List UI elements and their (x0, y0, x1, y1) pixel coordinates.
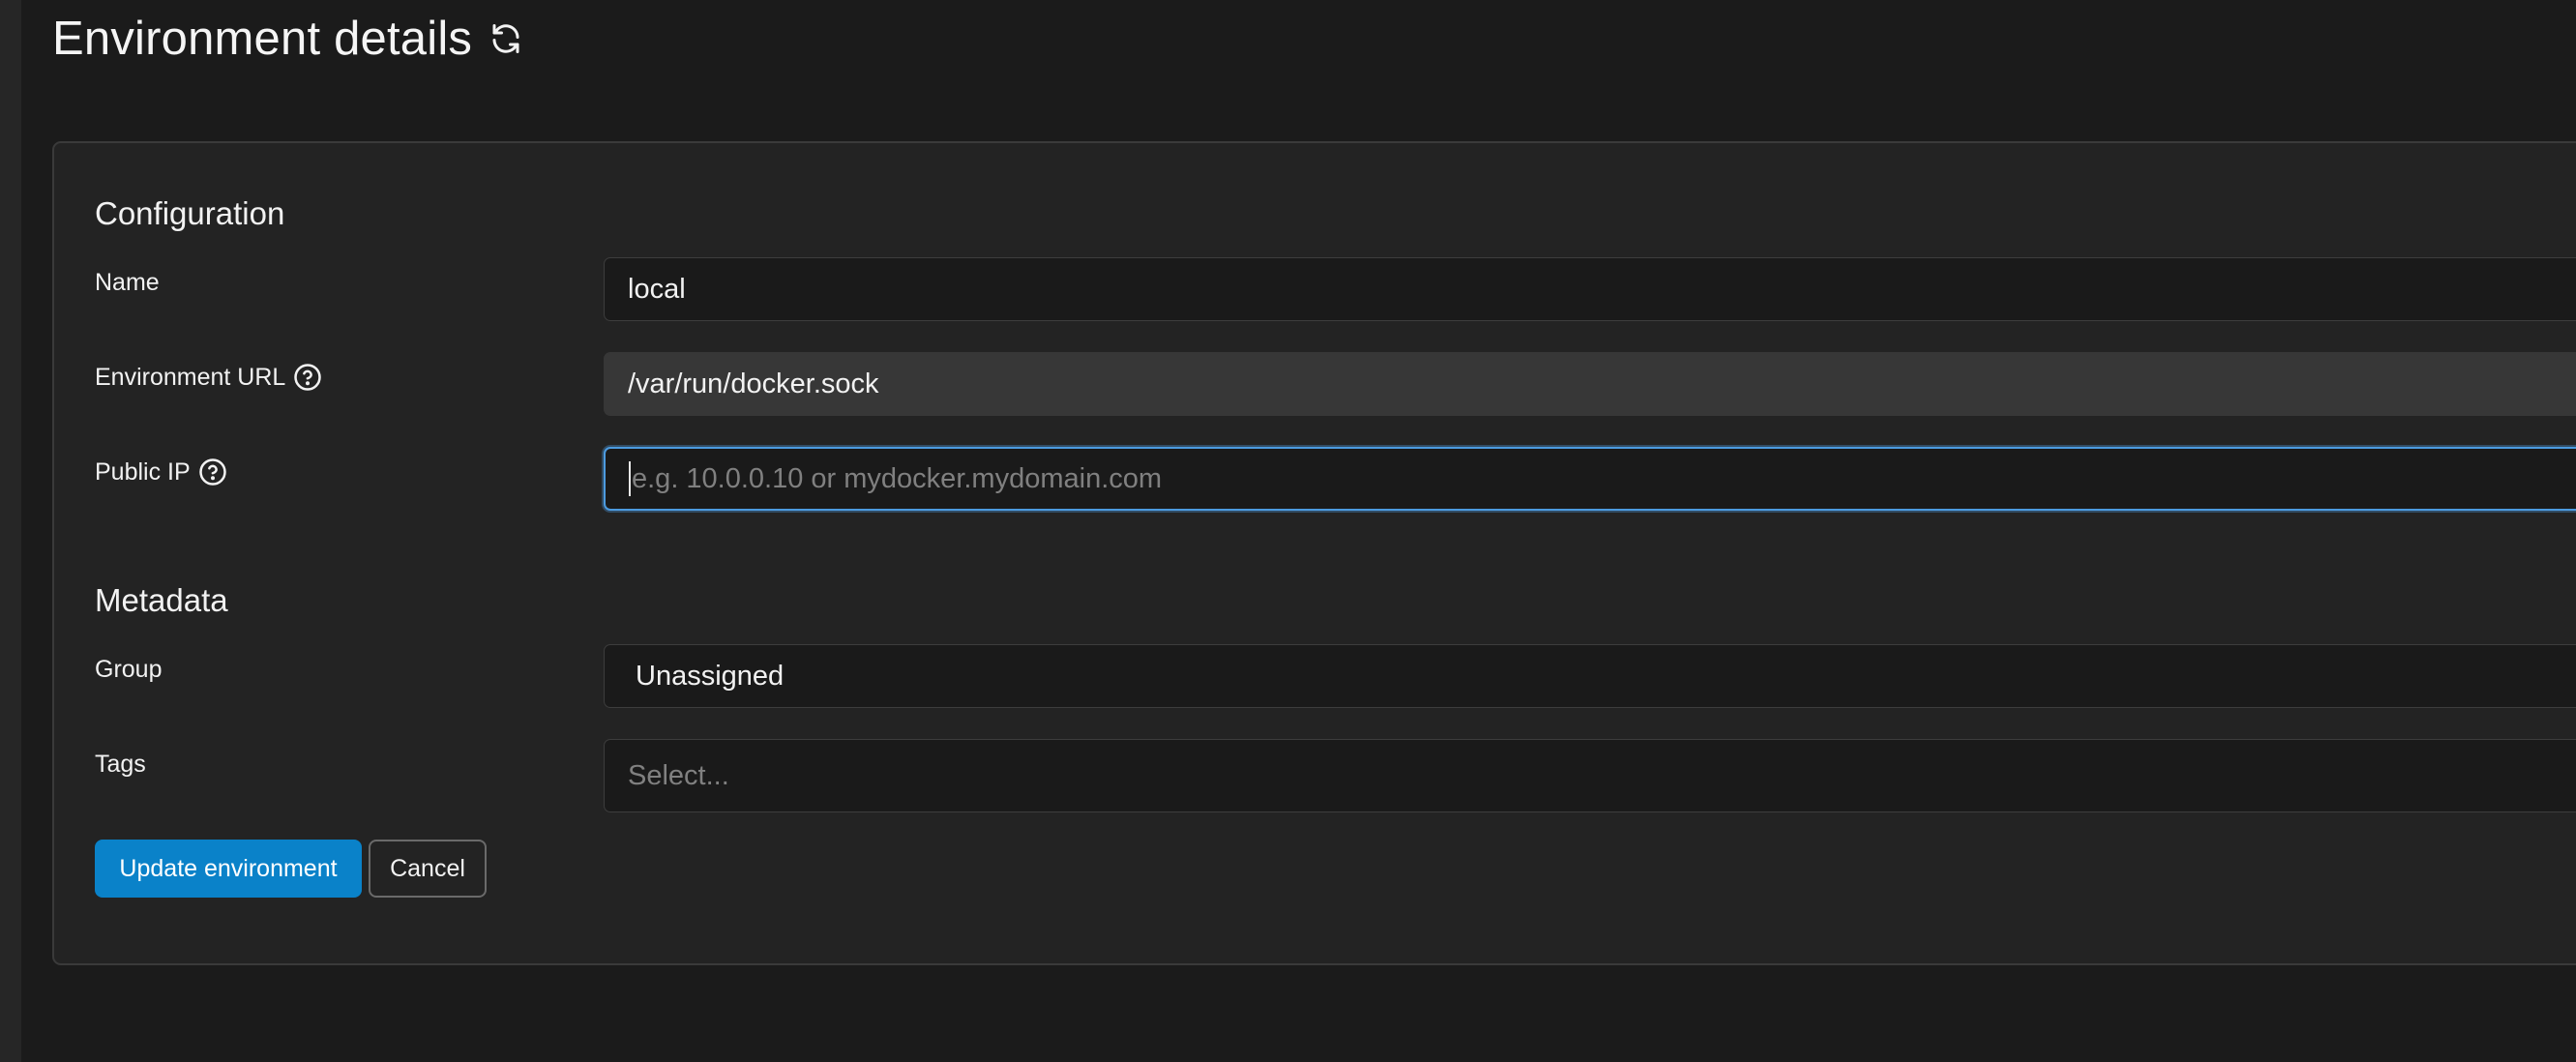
text-caret (629, 461, 631, 496)
name-label: Name (95, 269, 160, 297)
refresh-icon[interactable] (488, 20, 524, 57)
sidebar-edge (0, 0, 21, 1062)
metadata-section-title: Metadata (95, 582, 228, 618)
tags-placeholder: Select... (628, 759, 729, 791)
environment-url-input: /var/run/docker.sock (604, 352, 2576, 416)
tags-label: Tags (95, 751, 146, 779)
public-ip-label: Public IP (95, 457, 227, 487)
group-label: Group (95, 656, 162, 684)
group-label-text: Group (95, 656, 163, 683)
name-input-value: local (628, 273, 686, 305)
name-label-text: Name (95, 269, 160, 296)
public-ip-input[interactable]: e.g. 10.0.0.10 or mydocker.mydomain.com (604, 447, 2576, 511)
tags-label-text: Tags (95, 751, 146, 778)
environment-url-value: /var/run/docker.sock (628, 368, 879, 399)
tags-multiselect[interactable]: Select... (604, 739, 2576, 812)
public-ip-placeholder: e.g. 10.0.0.10 or mydocker.mydomain.com (632, 462, 1163, 494)
page-header: Environment details (52, 8, 524, 70)
help-circle-icon[interactable] (198, 457, 227, 487)
group-select[interactable]: Unassigned (604, 644, 2576, 708)
environment-url-label: Environment URL (95, 363, 322, 392)
environment-url-label-text: Environment URL (95, 363, 286, 391)
configuration-section-title: Configuration (95, 195, 285, 231)
help-circle-icon[interactable] (293, 363, 322, 392)
public-ip-label-text: Public IP (95, 457, 191, 486)
name-input[interactable]: local (604, 257, 2576, 321)
environment-form-card: Configuration Name local Environment URL… (52, 141, 2576, 965)
cancel-button[interactable]: Cancel (369, 840, 487, 898)
update-environment-button[interactable]: Update environment (95, 840, 362, 898)
group-select-value: Unassigned (636, 660, 785, 692)
page-title: Environment details (52, 13, 473, 65)
